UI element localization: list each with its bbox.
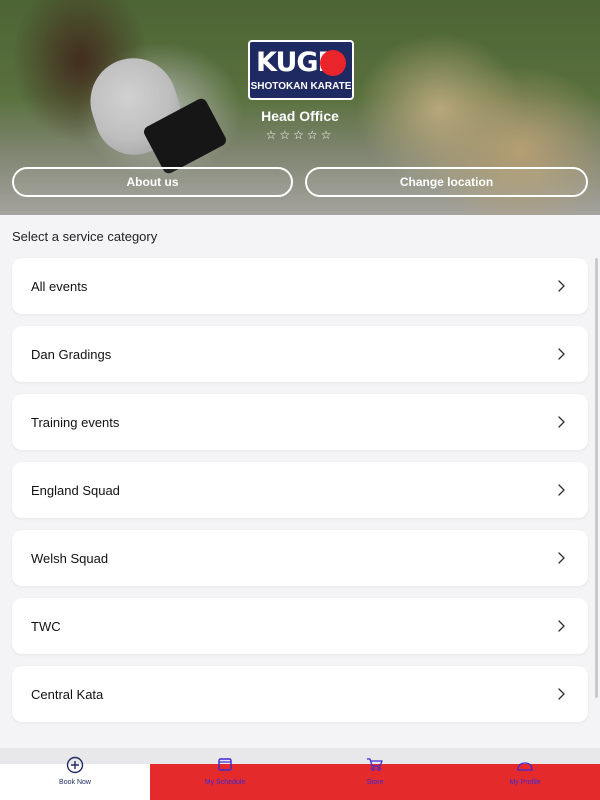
chevron-right-icon [558, 484, 565, 496]
nav-label: My Schedule [204, 779, 246, 786]
nav-label: Store [366, 779, 384, 786]
hero-banner: KUGB SHOTOKAN KARATE Head Office ☆☆☆☆☆ A… [0, 0, 600, 215]
rating-stars: ☆☆☆☆☆ [265, 128, 335, 142]
about-us-button[interactable]: About us [12, 167, 293, 197]
category-item-welsh-squad[interactable]: Welsh Squad [12, 530, 588, 586]
chevron-right-icon [558, 416, 565, 428]
logo-sub-text: SHOTOKAN KARATE [250, 81, 352, 92]
category-label: Welsh Squad [31, 550, 109, 566]
chevron-right-icon [558, 688, 565, 700]
nav-book-now[interactable]: Book Now [0, 756, 150, 800]
section-title: Select a service category [12, 229, 158, 244]
category-item-training-events[interactable]: Training events [12, 394, 588, 450]
category-label: Training events [31, 414, 120, 430]
nav-my-profile[interactable]: My Profile [450, 762, 600, 800]
person-icon [517, 762, 533, 771]
category-item-twc[interactable]: TWC [12, 598, 588, 654]
calendar-icon [218, 758, 232, 771]
category-label: England Squad [31, 482, 120, 498]
category-item-all-events[interactable]: All events [12, 258, 588, 314]
category-item-england-squad[interactable]: England Squad [12, 462, 588, 518]
category-label: All events [31, 278, 88, 294]
logo-red-dot [320, 50, 346, 76]
category-label: Central Kata [31, 686, 104, 702]
list-scrollbar[interactable] [595, 258, 598, 698]
bottom-nav-divider [0, 748, 600, 764]
chevron-right-icon [558, 620, 565, 632]
plus-circle-icon [66, 756, 84, 774]
nav-store[interactable]: Store [300, 758, 450, 800]
nav-label: My Profile [509, 779, 541, 786]
category-item-dan-gradings[interactable]: Dan Gradings [12, 326, 588, 382]
change-location-button[interactable]: Change location [305, 167, 588, 197]
bottom-nav: Book Now My Schedule Store My Profile [0, 756, 600, 800]
chevron-right-icon [558, 348, 565, 360]
nav-label: Book Now [59, 779, 91, 786]
nav-my-schedule[interactable]: My Schedule [150, 758, 300, 800]
cart-icon [367, 758, 383, 771]
category-item-central-kata[interactable]: Central Kata [12, 666, 588, 722]
category-list: All events Dan Gradings Training events … [12, 258, 588, 734]
location-title: Head Office [261, 108, 339, 124]
chevron-right-icon [558, 552, 565, 564]
kugb-logo: KUGB SHOTOKAN KARATE [248, 40, 354, 100]
category-label: Dan Gradings [31, 346, 112, 362]
category-label: TWC [31, 618, 61, 634]
chevron-right-icon [558, 280, 565, 292]
